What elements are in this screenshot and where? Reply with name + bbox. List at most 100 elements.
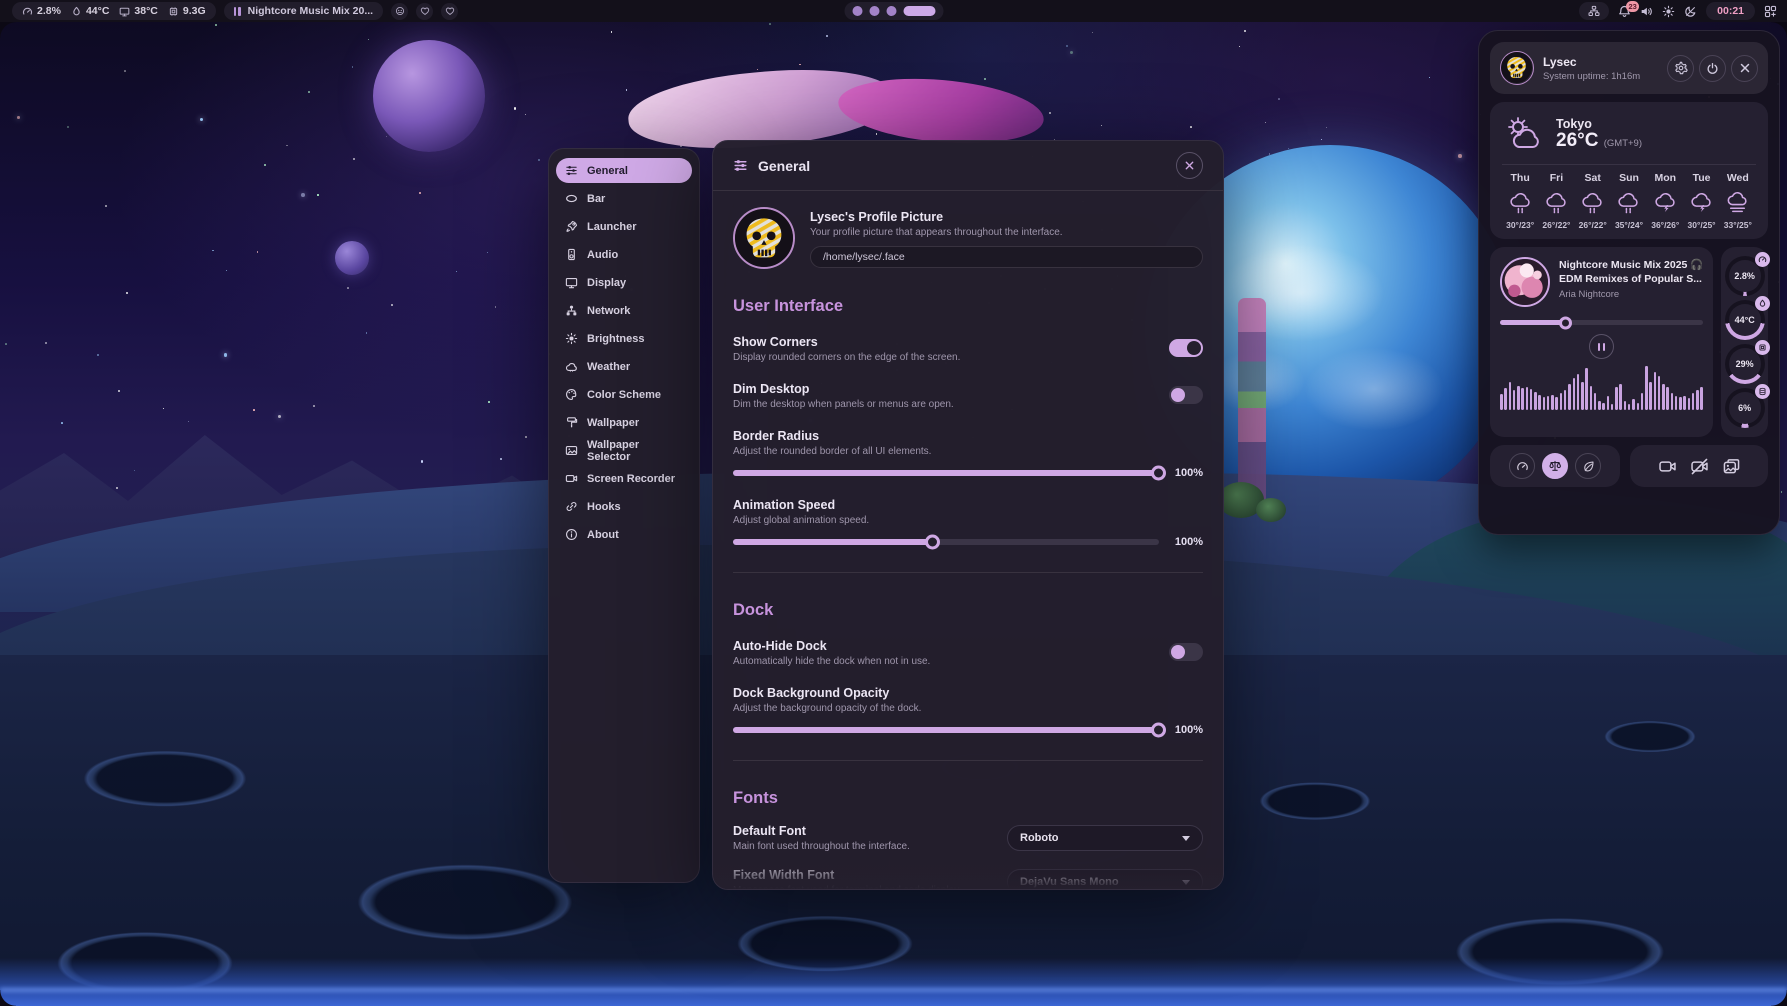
forecast-temp: 35°/24° (1611, 220, 1647, 230)
sidebar-item-about[interactable]: About (556, 522, 692, 547)
cpu-value: 2.8% (37, 5, 61, 17)
sidebar-item-wallpaper-selector[interactable]: Wallpaper Selector (556, 438, 692, 463)
sidebar-item-network[interactable]: Network (556, 298, 692, 323)
dock-opacity-slider[interactable] (733, 727, 1159, 733)
sidebar-item-wallpaper[interactable]: Wallpaper (556, 410, 692, 435)
visualizer-bar (1662, 384, 1665, 410)
power-button[interactable] (1699, 55, 1726, 82)
setting-title: Default Font (733, 824, 993, 838)
workspace-dot[interactable] (852, 6, 862, 16)
dropdown-value: Roboto (1020, 832, 1058, 844)
close-button[interactable] (1176, 152, 1203, 179)
section-heading-dock: Dock (733, 601, 1203, 620)
settings-header: General (713, 141, 1223, 191)
screenshot-button[interactable] (1722, 457, 1741, 476)
setting-desc: Adjust the background opacity of the doc… (733, 703, 1203, 714)
tune-icon (565, 164, 578, 177)
seek-slider[interactable] (1500, 320, 1703, 325)
rain-icon (1616, 190, 1641, 215)
avatar[interactable] (733, 207, 795, 269)
memory-icon (168, 6, 179, 17)
dim-desktop-toggle[interactable] (1169, 386, 1203, 404)
favorites-button[interactable] (416, 3, 433, 20)
close-panel-button[interactable] (1731, 55, 1758, 82)
border-radius-slider[interactable] (733, 470, 1159, 476)
sidebar-label: Wallpaper Selector (587, 439, 683, 463)
avatar (1500, 51, 1534, 85)
forecast-temp: 33°/25° (1720, 220, 1756, 230)
forecast-days: Thu Fri Sat Sun Mon Tue Wed (1502, 172, 1756, 184)
visualizer-bar (1607, 396, 1610, 410)
sidebar-item-hooks[interactable]: Hooks (556, 494, 692, 519)
sidebar-item-general[interactable]: General (556, 158, 692, 183)
night-mode-button[interactable] (1684, 5, 1697, 18)
performance-profile-button[interactable] (1509, 453, 1535, 479)
profile-desc: Your profile picture that appears throug… (810, 227, 1203, 238)
link-icon (565, 500, 578, 513)
visualizer-bar (1564, 390, 1567, 410)
sidebar-item-audio[interactable]: Audio (556, 242, 692, 267)
brightness-button[interactable] (1662, 5, 1675, 18)
power-saver-profile-button[interactable] (1575, 453, 1601, 479)
network-module[interactable] (1579, 2, 1609, 20)
visualizer-bar (1538, 395, 1541, 410)
balanced-profile-button[interactable] (1542, 453, 1568, 479)
overview-button[interactable] (1764, 5, 1777, 18)
screen-record-button[interactable] (1658, 457, 1677, 476)
visualizer-bar (1543, 397, 1546, 410)
show-corners-toggle[interactable] (1169, 339, 1203, 357)
volume-button[interactable] (1640, 5, 1653, 18)
workspace-active[interactable] (903, 6, 935, 16)
setting-title: Show Corners (733, 335, 1155, 349)
animation-speed-slider[interactable] (733, 539, 1159, 545)
settings-button[interactable] (1667, 55, 1694, 82)
sidebar-label: Weather (587, 361, 630, 373)
visualizer-bar (1619, 384, 1622, 410)
sidebar-item-display[interactable]: Display (556, 270, 692, 295)
palette-icon (565, 388, 578, 401)
power-icon (1706, 62, 1719, 75)
temp-gauge: 44°C (1723, 298, 1767, 342)
visualizer-bar (1641, 393, 1644, 410)
clock-module[interactable]: 00:21 (1706, 2, 1755, 20)
auto-hide-dock-toggle[interactable] (1169, 643, 1203, 661)
sidebar-item-bar[interactable]: Bar (556, 186, 692, 211)
sidebar-item-screen-recorder[interactable]: Screen Recorder (556, 466, 692, 491)
visualizer-bar (1534, 392, 1537, 410)
gpu-temp-stat: 38°C (119, 5, 157, 17)
track-title-line2: EDM Remixes of Popular S... (1559, 272, 1703, 286)
rain-icon (1544, 190, 1569, 215)
forecast-temp: 30°/23° (1502, 220, 1538, 230)
notifications-button[interactable]: 23 (1618, 5, 1631, 18)
sidebar-item-launcher[interactable]: Launcher (556, 214, 692, 239)
workspace-dot[interactable] (869, 6, 879, 16)
sidebar-item-color-scheme[interactable]: Color Scheme (556, 382, 692, 407)
forecast-temp: 26°/22° (1538, 220, 1574, 230)
sidebar-label: Display (587, 277, 626, 289)
image-icon (565, 444, 578, 457)
visualizer-bar (1688, 398, 1691, 410)
default-font-dropdown[interactable]: Roboto (1007, 825, 1203, 851)
username: Lysec (1543, 55, 1662, 69)
visualizer-bar (1551, 395, 1554, 410)
visualizer-bar (1683, 396, 1686, 410)
setting-desc: Display rounded corners on the edge of t… (733, 352, 1155, 363)
fixed-width-font-dropdown[interactable]: DejaVu Sans Mono (1007, 869, 1203, 890)
record-off-button[interactable] (1690, 457, 1709, 476)
profile-path-input[interactable] (810, 246, 1203, 268)
display-icon (119, 6, 130, 17)
likes-button[interactable] (441, 3, 458, 20)
bot-button[interactable] (391, 3, 408, 20)
sun-cloud-icon (1502, 112, 1546, 156)
setting-fixed-width-font: Fixed Width Font Monospace font used for… (733, 868, 1203, 890)
divider (733, 760, 1203, 761)
media-module[interactable]: Nightcore Music Mix 20... (224, 2, 383, 20)
sidebar-item-weather[interactable]: Weather (556, 354, 692, 379)
memory-gauge: 29% (1723, 342, 1767, 386)
pause-button[interactable] (1589, 334, 1614, 359)
workspace-dot[interactable] (886, 6, 896, 16)
sidebar-item-brightness[interactable]: Brightness (556, 326, 692, 351)
visualizer-bar (1624, 401, 1627, 410)
setting-title: Border Radius (733, 429, 1203, 443)
slider-value: 100% (1169, 724, 1203, 736)
